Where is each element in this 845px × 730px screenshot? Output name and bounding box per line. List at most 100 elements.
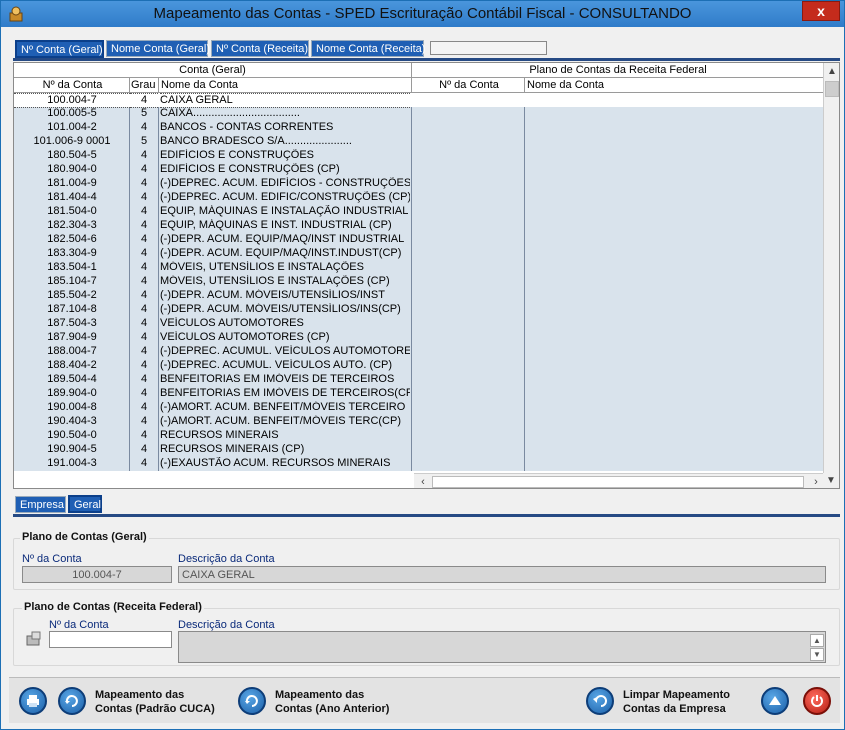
cell-grau: 4	[140, 443, 148, 455]
tab-num-conta-receita[interactable]: Nº Conta (Receita)	[211, 40, 309, 57]
table-row[interactable]: 182.504-6 4 (-)DEPR. ACUM. EQUIP/MAQ/INST …	[14, 233, 825, 247]
accounts-grid[interactable]: Conta (Geral) Plano de Contas da Receita…	[13, 62, 840, 489]
table-row[interactable]: 180.504-5 4 EDIFÍCIOS E CONSTRUÇÕES	[14, 149, 825, 163]
cell-num-conta: 182.304-3	[47, 219, 97, 231]
scroll-left-icon[interactable]: ‹	[416, 474, 430, 488]
exit-button[interactable]	[803, 687, 831, 715]
refresh-icon	[245, 695, 258, 707]
cell-num-conta: 100.005-5	[47, 107, 97, 119]
cell-grau: 4	[140, 191, 148, 203]
table-row[interactable]: 180.904-0 4 EDIFÍCIOS E CONSTRUÇÕES (CP)	[14, 163, 825, 177]
cell-grau: 4	[140, 219, 148, 231]
tab-search-field[interactable]	[430, 41, 547, 55]
table-row[interactable]: 183.304-9 4 (-)DEPR. ACUM. EQUIP/MAQ/INST.…	[14, 247, 825, 261]
h-scroll-thumb[interactable]	[432, 476, 804, 488]
cell-grau: 5	[140, 107, 148, 119]
desc-scroll-up-icon[interactable]: ▲	[810, 634, 824, 647]
table-row[interactable]: 181.404-4 4 (-)DEPREC. ACUM. EDIFIC/CONSTR…	[14, 191, 825, 205]
table-row[interactable]: 181.004-9 4 (-)DEPREC. ACUM. EDIFÍCIOS - C…	[14, 177, 825, 191]
cell-num-conta: 187.504-3	[47, 317, 97, 329]
table-row[interactable]: 100.005-5 5 CAIXA.........................…	[14, 107, 825, 121]
table-row[interactable]: 191.004-3 4 (-)EXAUSTÃO ACUM. RECURSOS MIN…	[14, 457, 825, 471]
cell-grau: 4	[140, 121, 148, 133]
undo-icon	[593, 695, 607, 707]
vertical-scrollbar[interactable]: ▲	[823, 63, 839, 474]
map-prev-label[interactable]: Mapeamento das Contas (Ano Anterior)	[275, 688, 389, 716]
tab-empresa[interactable]: Empresa	[15, 496, 66, 513]
table-row[interactable]: 189.504-4 4 BENFEITORIAS EM IMÓVEIS DE TER…	[14, 373, 825, 387]
cell-num-conta: 183.304-9	[47, 247, 97, 259]
horizontal-scrollbar[interactable]: ‹ ›	[414, 473, 825, 488]
map-cuca-button[interactable]	[58, 687, 86, 715]
main-window: Mapeamento das Contas - SPED Escrituraçã…	[0, 0, 845, 730]
table-row[interactable]: 190.404-3 4 (-)AMORT. ACUM. BENFEIT/MÓVEIS…	[14, 415, 825, 429]
map-cuca-label[interactable]: Mapeamento das Contas (Padrão CUCA)	[95, 688, 215, 716]
print-button[interactable]	[19, 687, 47, 715]
cell-grau: 4	[140, 387, 148, 399]
table-row[interactable]: 181.504-0 4 EQUIP, MÁQUINAS E INSTALAÇÃO I…	[14, 205, 825, 219]
tab-divider-bottom	[13, 514, 840, 517]
cell-nome-conta: (-)AMORT. ACUM. BENFEIT/MÓVEIS TERC(CP)	[160, 415, 401, 427]
tab-nome-conta-geral[interactable]: Nome Conta (Geral)	[106, 40, 210, 57]
map-prev-button[interactable]	[238, 687, 266, 715]
scroll-right-icon[interactable]: ›	[809, 474, 823, 488]
table-row[interactable]: 187.904-9 4 VEÍCULOS AUTOMOTORES (CP)	[14, 331, 825, 345]
cell-num-conta: 188.004-7	[47, 345, 97, 357]
cell-grau: 4	[130, 93, 158, 108]
cell-num-conta: 190.004-8	[47, 401, 97, 413]
cell-nome-conta: VEÍCULOS AUTOMOTORES	[160, 317, 304, 329]
col-header-nome[interactable]: Nome da Conta	[159, 78, 412, 93]
cell-num-conta: 190.404-3	[47, 415, 97, 427]
table-row[interactable]: 190.904-5 4 RECURSOS MINERAIS (CP)	[14, 443, 825, 457]
scroll-down-icon[interactable]: ▼	[823, 473, 839, 488]
label-desc-conta-geral: Descrição da Conta	[178, 553, 275, 565]
input-num-conta-receita[interactable]	[49, 631, 172, 648]
cell-nome-conta: (-)DEPREC. ACUMUL. VEÍCULOS AUTOMOTORES	[160, 345, 410, 357]
cell-grau: 4	[140, 205, 148, 217]
table-row[interactable]: 183.504-1 4 MÓVEIS, UTENSÍLIOS E INSTALAÇÕ…	[14, 261, 825, 275]
tab-nome-conta-receita[interactable]: Nome Conta (Receita)	[311, 40, 425, 57]
cell-num-conta: 187.104-8	[47, 303, 97, 315]
cell-grau: 4	[140, 163, 148, 175]
cell-nome-conta: EDIFÍCIOS E CONSTRUÇÕES (CP)	[160, 163, 340, 175]
table-row[interactable]: 101.004-2 4 BANCOS - CONTAS CORRENTES	[14, 121, 825, 135]
cell-num-conta: 187.904-9	[47, 331, 97, 343]
table-row[interactable]: 185.104-7 4 MÓVEIS, UTENSÍLIOS E INSTALAÇÕ…	[14, 275, 825, 289]
col-header-num[interactable]: Nº da Conta	[14, 78, 130, 93]
table-row[interactable]: 185.504-2 4 (-)DEPR. ACUM. MÓVEIS/UTENSÍLI…	[14, 289, 825, 303]
table-row[interactable]: 187.104-8 4 (-)DEPR. ACUM. MÓVEIS/UTENSÍLI…	[14, 303, 825, 317]
col-header-num-receita[interactable]: Nº da Conta	[412, 78, 525, 93]
cell-num-conta: 181.504-0	[47, 205, 97, 217]
cell-nome-conta: (-)DEPR. ACUM. MÓVEIS/UTENSÍLIOS/INS(CP)	[160, 303, 401, 315]
lookup-icon[interactable]	[26, 631, 42, 647]
table-row[interactable]: 100.004-7 4 CAIXA GERAL	[14, 93, 825, 108]
tab-geral[interactable]: Geral	[68, 495, 102, 513]
clear-map-label[interactable]: Limpar Mapeamento Contas da Empresa	[623, 688, 730, 716]
cell-grau: 4	[140, 261, 148, 273]
cell-grau: 4	[140, 373, 148, 385]
col-header-nome-receita[interactable]: Nome da Conta	[525, 78, 825, 93]
table-row[interactable]: 101.006-9 0001 5 BANCO BRADESCO S/A.......…	[14, 135, 825, 149]
clear-map-button[interactable]	[586, 687, 614, 715]
up-button[interactable]	[761, 687, 789, 715]
table-row[interactable]: 188.404-2 4 (-)DEPREC. ACUMUL. VEÍCULOS AU…	[14, 359, 825, 373]
table-row[interactable]: 190.004-8 4 (-)AMORT. ACUM. BENFEIT/MÓVEIS…	[14, 401, 825, 415]
close-button[interactable]: x	[802, 1, 840, 21]
cell-grau: 4	[140, 275, 148, 287]
scroll-up-icon[interactable]: ▲	[824, 64, 839, 80]
table-row[interactable]: 187.504-3 4 VEÍCULOS AUTOMOTORES	[14, 317, 825, 331]
table-row[interactable]: 189.904-0 4 BENFEITORIAS EM IMÓVEIS DE TER…	[14, 387, 825, 401]
cell-nome-conta: (-)DEPREC. ACUM. EDIFÍCIOS - CONSTRUÇÕES	[160, 177, 410, 189]
table-row[interactable]: 188.004-7 4 (-)DEPREC. ACUMUL. VEÍCULOS AU…	[14, 345, 825, 359]
table-row[interactable]: 182.304-3 4 EQUIP, MÁQUINAS E INST. INDUST…	[14, 219, 825, 233]
scroll-thumb[interactable]	[825, 81, 839, 97]
textarea-desc-conta-receita	[178, 631, 826, 663]
cell-grau: 4	[140, 415, 148, 427]
cell-grau: 4	[140, 303, 148, 315]
tab-num-conta-geral[interactable]: Nº Conta (Geral)	[15, 40, 104, 58]
table-row[interactable]: 190.504-0 4 RECURSOS MINERAIS	[14, 429, 825, 443]
desc-scroll-down-icon[interactable]: ▼	[810, 648, 824, 661]
col-header-grau[interactable]: Grau	[130, 78, 159, 93]
cell-num-conta: 181.004-9	[47, 177, 97, 189]
group-header-receita: Plano de Contas da Receita Federal	[412, 63, 825, 78]
